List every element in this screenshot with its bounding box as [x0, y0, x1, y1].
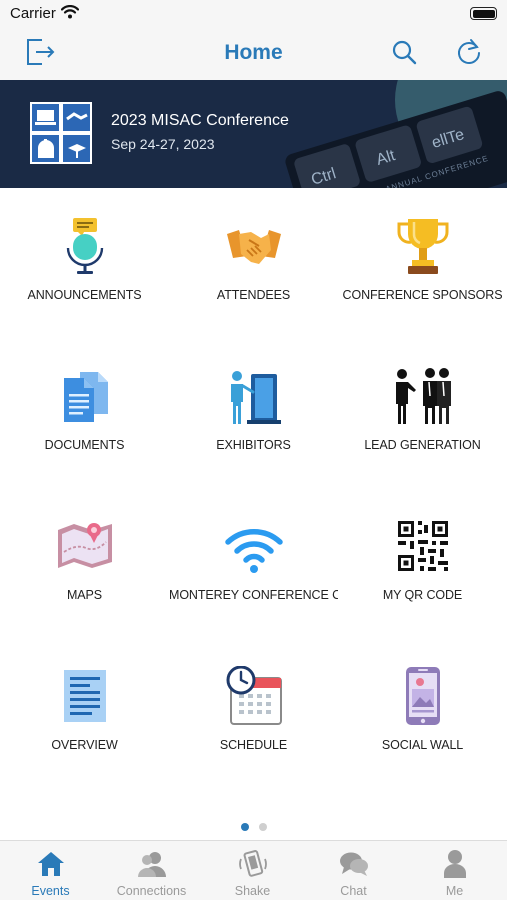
- tile-label: ANNOUNCEMENTS: [27, 288, 142, 302]
- trophy-icon: [394, 216, 452, 276]
- documents-icon: [56, 366, 114, 426]
- tile-social-wall[interactable]: SOCIAL WALL: [338, 638, 507, 788]
- tile-label: ATTENDEES: [216, 288, 291, 302]
- tile-maps[interactable]: MAPS: [0, 488, 169, 638]
- handshake-icon: [225, 216, 283, 276]
- tab-label: Events: [31, 884, 70, 898]
- carrier-label: Carrier: [10, 5, 56, 22]
- page-title: Home: [224, 41, 283, 64]
- status-bar: Carrier: [0, 0, 507, 28]
- tile-label: LEAD GENERATION: [364, 438, 481, 452]
- calendar-clock-icon: [225, 666, 283, 726]
- tile-label: EXHIBITORS: [216, 438, 291, 452]
- tab-shake[interactable]: Shake: [202, 841, 303, 900]
- tile-exhibitors[interactable]: EXHIBITORS: [169, 338, 338, 488]
- page-dot-active[interactable]: [240, 823, 249, 831]
- tab-label: Chat: [340, 884, 367, 898]
- chat-bubbles-icon: [303, 848, 404, 880]
- tab-connections[interactable]: Connections: [101, 841, 202, 900]
- shake-phone-icon: [202, 848, 303, 880]
- qr-code-icon: [394, 516, 452, 576]
- tile-overview[interactable]: OVERVIEW: [0, 638, 169, 788]
- tile-label: SOCIAL WALL: [381, 738, 464, 752]
- tab-label: Me: [445, 884, 464, 898]
- tile-label: CONFERENCE SPONSORS: [342, 288, 503, 302]
- tile-label: MONTEREY CONFERENCE CE: [169, 588, 338, 602]
- tab-chat[interactable]: Chat: [303, 841, 404, 900]
- tile-monterey-conference-center[interactable]: MONTEREY CONFERENCE CE: [169, 488, 338, 638]
- tile-conference-sponsors[interactable]: CONFERENCE SPONSORS: [338, 188, 507, 338]
- overview-document-icon: [56, 666, 114, 726]
- feature-grid: ANNOUNCEMENTS ATTENDEES CONFERENCE SPONS…: [0, 188, 507, 818]
- tile-lead-generation[interactable]: LEAD GENERATION: [338, 338, 507, 488]
- refresh-button[interactable]: [451, 36, 487, 72]
- tab-me[interactable]: Me: [404, 841, 505, 900]
- navigation-bar: Home: [0, 28, 507, 80]
- search-button[interactable]: [386, 36, 422, 72]
- conference-banner[interactable]: 2023 MISAC Conference Sep 24-27, 2023 Ct…: [0, 80, 507, 188]
- tab-label: Connections: [116, 884, 187, 898]
- tab-bar: Events Connections Shake Chat Me: [0, 840, 507, 900]
- page-indicator[interactable]: [0, 818, 507, 831]
- social-wall-phone-icon: [394, 666, 452, 726]
- tile-label: OVERVIEW: [51, 738, 118, 752]
- tile-label: DOCUMENTS: [44, 438, 125, 452]
- tile-documents[interactable]: DOCUMENTS: [0, 338, 169, 488]
- tile-label: MY QR CODE: [382, 588, 463, 602]
- conference-logo: [30, 102, 92, 164]
- tile-announcements[interactable]: ANNOUNCEMENTS: [0, 188, 169, 338]
- wifi-signal-icon: [60, 5, 80, 24]
- battery-icon: [470, 7, 497, 20]
- search-icon: [390, 38, 418, 71]
- home-icon: [0, 848, 101, 880]
- wifi-icon: [225, 516, 283, 576]
- exhibitor-booth-icon: [225, 366, 283, 426]
- tab-events[interactable]: Events: [0, 841, 101, 900]
- tile-my-qr-code[interactable]: MY QR CODE: [338, 488, 507, 638]
- tile-schedule[interactable]: SCHEDULE: [169, 638, 338, 788]
- map-icon: [56, 516, 114, 576]
- person-icon: [404, 848, 505, 880]
- people-meeting-icon: [394, 366, 452, 426]
- conference-title: 2023 MISAC Conference: [111, 112, 289, 129]
- conference-dates: Sep 24-27, 2023: [111, 136, 215, 152]
- microphone-icon: [56, 216, 114, 276]
- connections-icon: [101, 848, 202, 880]
- keyboard-illustration: Ctrl Alt ellTe 2023 MISAC ANNUAL CONFERE…: [285, 80, 507, 188]
- tile-label: MAPS: [66, 588, 103, 602]
- tile-label: SCHEDULE: [219, 738, 288, 752]
- tile-attendees[interactable]: ATTENDEES: [169, 188, 338, 338]
- tab-label: Shake: [234, 884, 271, 898]
- page-dot[interactable]: [258, 823, 267, 831]
- refresh-icon: [455, 38, 483, 71]
